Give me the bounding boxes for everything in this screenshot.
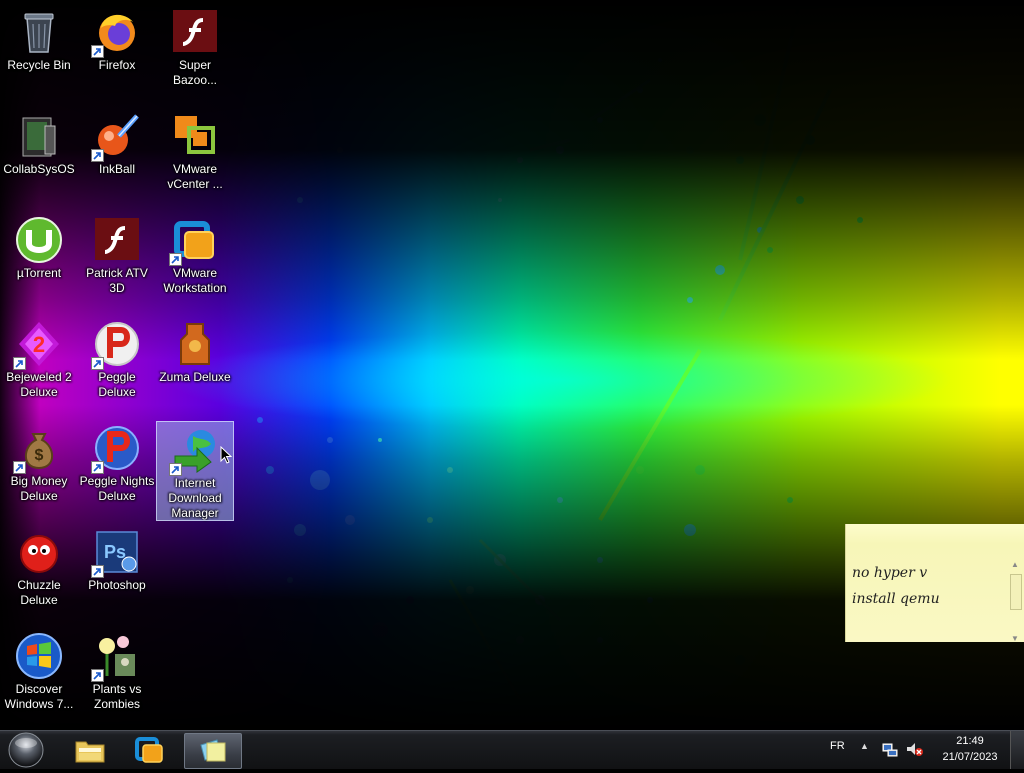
shortcut-arrow-icon xyxy=(169,253,182,266)
icon-label: Firefox xyxy=(98,58,136,72)
volume-muted-icon[interactable] xyxy=(905,741,923,757)
shortcut-arrow-icon xyxy=(91,565,104,578)
sticky-note-line: install qemu xyxy=(852,591,940,607)
chuzzle-icon xyxy=(15,528,63,576)
inkball-icon xyxy=(91,112,141,162)
svg-text:2: 2 xyxy=(33,332,45,357)
firefox-icon xyxy=(91,8,141,58)
taskbar-vmware-button[interactable] xyxy=(122,733,178,767)
explorer-folder-icon xyxy=(75,741,105,763)
show-hidden-icons-arrow-icon[interactable]: ▲ xyxy=(860,741,869,751)
idm-icon xyxy=(169,426,219,476)
desktop-icon-utorrent[interactable]: µTorrent xyxy=(1,212,77,312)
icon-label: Chuzzle Deluxe xyxy=(17,578,61,607)
shortcut-arrow-icon xyxy=(169,463,182,476)
vmware-workstation-icon xyxy=(135,737,163,763)
desktop-icon-patrick-atv[interactable]: Patrick ATV 3D xyxy=(79,212,155,312)
windows-logo-icon xyxy=(15,632,63,680)
desktop-icon-chuzzle-deluxe[interactable]: Chuzzle Deluxe xyxy=(1,524,77,624)
flash-icon xyxy=(93,216,141,264)
svg-text:$: $ xyxy=(35,447,44,464)
scroll-up-arrow-icon[interactable]: ▲ xyxy=(1009,560,1021,570)
icon-label: Super Bazoo... xyxy=(172,58,218,87)
start-orb-icon xyxy=(8,732,44,768)
mouse-cursor-icon xyxy=(220,446,232,464)
bejeweled-icon: 2 xyxy=(13,320,63,370)
flash-icon xyxy=(171,8,219,56)
icon-label: Recycle Bin xyxy=(7,58,71,72)
vmware-workstation-icon xyxy=(169,216,219,266)
desktop-icon-super-bazooka[interactable]: Super Bazoo... xyxy=(157,4,233,104)
sticky-note-text[interactable]: no hyper v install qemu xyxy=(852,560,940,612)
desktop-icon-recycle-bin[interactable]: Recycle Bin xyxy=(1,4,77,104)
photoshop-icon: Ps xyxy=(91,528,141,578)
taskbar-explorer-button[interactable] xyxy=(62,733,118,767)
sticky-note-line: no hyper v xyxy=(852,565,928,581)
taskbar: FR ▲ 21:49 21/07/2023 xyxy=(0,730,1024,769)
desktop-icon-internet-download-manager[interactable]: Internet Download Manager xyxy=(156,421,234,521)
icon-label: CollabSysOS xyxy=(3,162,75,176)
show-desktop-button[interactable] xyxy=(1010,731,1024,769)
shortcut-arrow-icon xyxy=(91,149,104,162)
svg-text:Ps: Ps xyxy=(104,542,126,562)
icon-label: Photoshop xyxy=(88,578,146,592)
icon-label: Peggle Nights Deluxe xyxy=(79,474,155,503)
desktop-icon-zuma-deluxe[interactable]: Zuma Deluxe xyxy=(157,316,233,416)
desktop-icon-inkball[interactable]: InkBall xyxy=(79,108,155,208)
shortcut-arrow-icon xyxy=(13,461,26,474)
shortcut-arrow-icon xyxy=(91,45,104,58)
shortcut-arrow-icon xyxy=(91,461,104,474)
clock-date[interactable]: 21/07/2023 xyxy=(940,751,1000,763)
sticky-note-scrollbar[interactable]: ▲ ▼ xyxy=(1009,560,1022,652)
desktop-icon-photoshop[interactable]: Ps Photoshop xyxy=(79,524,155,624)
taskbar-sticky-notes-button[interactable] xyxy=(184,733,242,769)
language-indicator[interactable]: FR xyxy=(830,740,845,752)
money-bag-icon: $ xyxy=(13,424,63,474)
icon-label: Peggle Deluxe xyxy=(98,370,136,399)
network-icon[interactable] xyxy=(882,741,898,757)
zuma-icon xyxy=(171,320,219,368)
desktop-icon-peggle-deluxe[interactable]: Peggle Deluxe xyxy=(79,316,155,416)
icon-label: Big Money Deluxe xyxy=(10,474,68,503)
icon-label: Internet Download Manager xyxy=(168,476,222,520)
shortcut-arrow-icon xyxy=(91,357,104,370)
clock-time[interactable]: 21:49 xyxy=(940,735,1000,747)
icon-label: Plants vs Zombies xyxy=(92,682,142,711)
desktop-icon-big-money[interactable]: $ Big Money Deluxe xyxy=(1,420,77,520)
shortcut-arrow-icon xyxy=(13,357,26,370)
desktop-icon-collabsysos[interactable]: CollabSysOS xyxy=(1,108,77,208)
plants-vs-zombies-icon xyxy=(91,632,141,682)
peggle-icon xyxy=(91,320,141,370)
desktop-icon-plants-vs-zombies[interactable]: Plants vs Zombies xyxy=(79,628,155,728)
start-button[interactable] xyxy=(6,732,46,768)
desktop-icon-firefox[interactable]: Firefox xyxy=(79,4,155,104)
icon-label: Zuma Deluxe xyxy=(159,370,231,384)
shortcut-arrow-icon xyxy=(91,669,104,682)
desktop-icon-peggle-nights[interactable]: Peggle Nights Deluxe xyxy=(79,420,155,520)
icon-label: InkBall xyxy=(98,162,136,176)
desktop-icon-vmware-workstation[interactable]: VMware Workstation xyxy=(157,212,233,312)
sticky-notes-icon xyxy=(200,739,226,762)
vmware-vcenter-icon xyxy=(171,112,219,160)
icon-label: VMware vCenter ... xyxy=(167,162,223,191)
icon-label: Bejeweled 2 Deluxe xyxy=(6,370,72,399)
icon-label: VMware Workstation xyxy=(163,266,227,295)
scroll-thumb[interactable] xyxy=(1010,574,1022,610)
desktop-icon-discover-windows-7[interactable]: Discover Windows 7... xyxy=(1,628,77,728)
desktop-icon-bejeweled-2[interactable]: 2 Bejeweled 2 Deluxe xyxy=(1,316,77,416)
desktop-icon-vmware-vcenter[interactable]: VMware vCenter ... xyxy=(157,108,233,208)
collabsysos-icon xyxy=(15,112,63,160)
utorrent-icon xyxy=(15,216,63,264)
icon-label: Discover Windows 7... xyxy=(4,682,74,711)
scroll-down-arrow-icon[interactable]: ▼ xyxy=(1009,634,1021,644)
recycle-bin-icon xyxy=(15,8,63,56)
icon-label: Patrick ATV 3D xyxy=(86,266,148,295)
peggle-nights-icon xyxy=(91,424,141,474)
icon-label: µTorrent xyxy=(16,266,62,280)
sticky-note[interactable]: no hyper v install qemu ▲ ▼ xyxy=(845,524,1024,643)
